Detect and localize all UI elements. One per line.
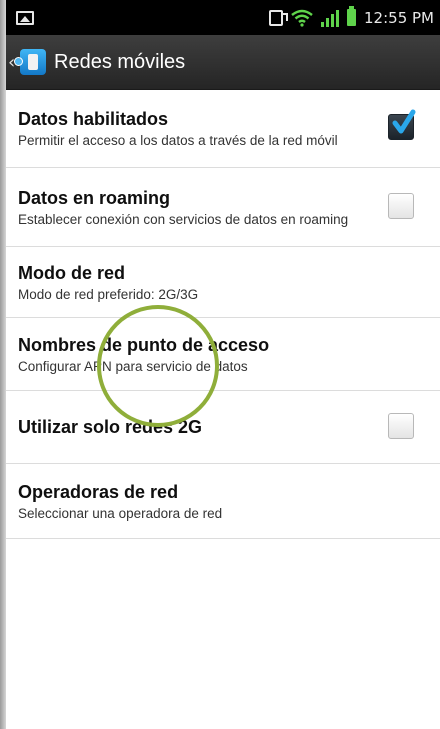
status-bar: 12:55 PM bbox=[6, 0, 440, 35]
setting-access-point-names[interactable]: Nombres de punto de acceso Configurar AP… bbox=[6, 318, 440, 391]
nfc-icon bbox=[269, 9, 289, 26]
setting-subtitle: Modo de red preferido: 2G/3G bbox=[18, 286, 199, 302]
setting-network-operators[interactable]: Operadoras de red Seleccionar una operad… bbox=[6, 464, 440, 539]
setting-title: Utilizar solo redes 2G bbox=[18, 417, 203, 437]
network-settings-icon[interactable] bbox=[14, 49, 46, 75]
setting-title: Nombres de punto de acceso bbox=[18, 334, 270, 355]
wifi-icon bbox=[291, 9, 313, 27]
setting-data-roaming[interactable]: Datos en roaming Establecer conexión con… bbox=[6, 168, 440, 247]
mobile-data-checkbox[interactable] bbox=[388, 109, 416, 140]
setting-subtitle: Seleccionar una operadora de red bbox=[18, 505, 223, 521]
setting-title: Datos habilitados bbox=[18, 108, 169, 129]
battery-icon bbox=[347, 6, 357, 26]
setting-title: Operadoras de red bbox=[18, 481, 179, 502]
gallery-icon bbox=[16, 10, 34, 25]
setting-title: Datos en roaming bbox=[18, 187, 171, 208]
setting-subtitle: Configurar APN para servicio de datos bbox=[18, 358, 248, 374]
setting-subtitle: Permitir el acceso a los datos a través … bbox=[18, 132, 338, 148]
2g-only-checkbox[interactable] bbox=[388, 413, 414, 439]
page-title: Redes móviles bbox=[54, 50, 186, 73]
setting-2g-only[interactable]: Utilizar solo redes 2G bbox=[6, 391, 440, 464]
title-bar: ‹ Redes móviles bbox=[6, 35, 440, 90]
setting-title: Modo de red bbox=[18, 262, 125, 283]
setting-network-mode[interactable]: Modo de red Modo de red preferido: 2G/3G bbox=[6, 247, 440, 318]
checkmark-icon bbox=[392, 109, 416, 134]
status-time: 12:55 PM bbox=[364, 8, 434, 27]
signal-icon bbox=[321, 9, 340, 27]
settings-list: Datos habilitados Permitir el acceso a l… bbox=[6, 89, 440, 539]
setting-mobile-data[interactable]: Datos habilitados Permitir el acceso a l… bbox=[6, 89, 440, 168]
setting-subtitle: Establecer conexión con servicios de dat… bbox=[18, 211, 349, 227]
data-roaming-checkbox[interactable] bbox=[388, 193, 414, 219]
